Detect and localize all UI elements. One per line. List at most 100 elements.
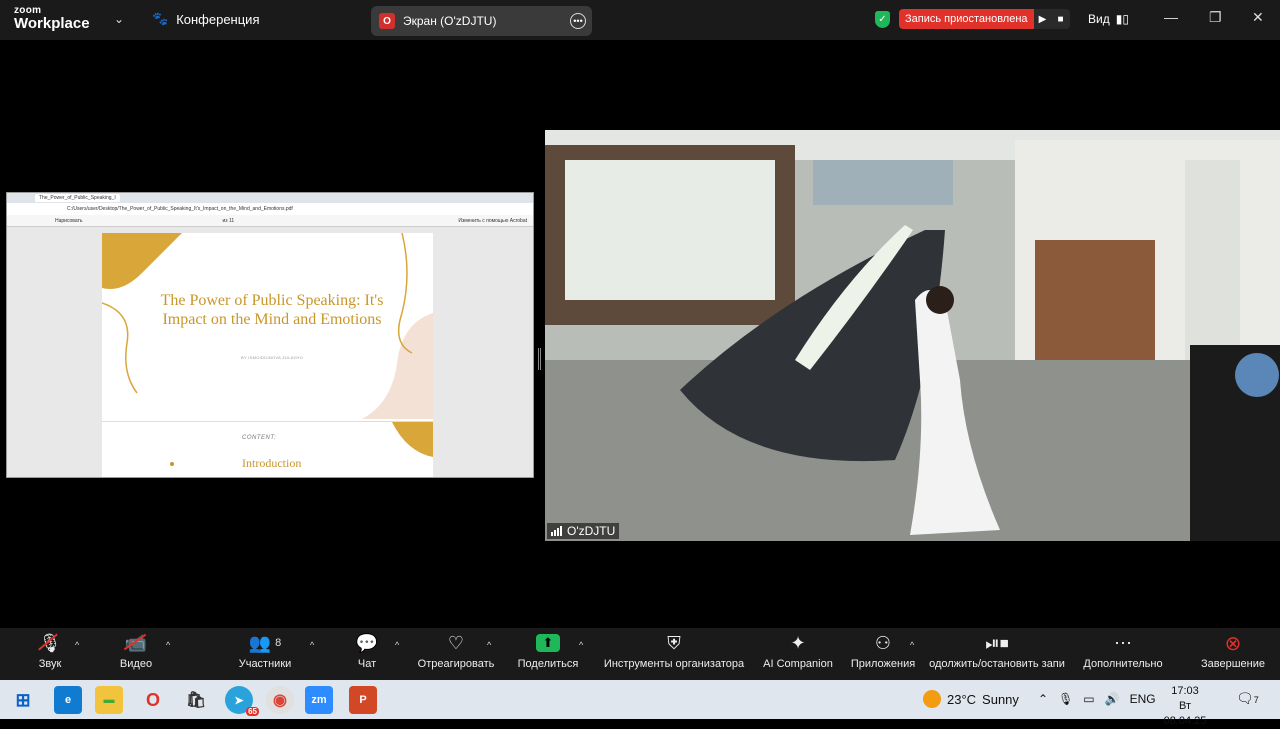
- file-explorer-icon[interactable]: ▬: [95, 686, 123, 714]
- ai-companion-button[interactable]: ✦ AI Companion: [760, 628, 836, 680]
- page-count: из 11: [222, 217, 235, 224]
- ai-label: AI Companion: [763, 658, 833, 670]
- view-layout-icon: ▮▯: [1115, 12, 1129, 26]
- shared-screen: The_Power_of_Public_Speaking_I C:/Users/…: [6, 192, 534, 478]
- meeting-info[interactable]: 🐾 Конференция: [152, 11, 259, 27]
- weather-desc: Sunny: [982, 691, 1019, 707]
- windows-start-icon[interactable]: ⊞: [9, 686, 37, 714]
- bullet-icon: [170, 462, 174, 466]
- opera-icon: O: [379, 13, 395, 29]
- clock[interactable]: 17:03 Вт 08.04.25: [1160, 684, 1210, 729]
- recording-label: Запись приостановлена: [899, 9, 1034, 29]
- sparkle-icon: ✦: [790, 632, 806, 653]
- stop-recording-icon[interactable]: ■: [1052, 9, 1070, 29]
- restore-icon[interactable]: ❐: [1209, 9, 1222, 26]
- battery-icon[interactable]: ▭: [1083, 692, 1094, 706]
- chat-button[interactable]: 💬 Чат: [352, 628, 382, 680]
- chrome-icon[interactable]: ◉: [266, 686, 294, 714]
- share-caret-icon[interactable]: ^: [579, 640, 583, 650]
- language-indicator[interactable]: ENG: [1130, 692, 1156, 706]
- video-label: Видео: [119, 658, 153, 670]
- apps-button[interactable]: ⚇ Приложения: [848, 628, 918, 680]
- content-heading: CONTENT:: [242, 435, 277, 441]
- telegram-icon[interactable]: ➤ 65: [225, 686, 259, 716]
- react-caret-icon[interactable]: ^: [487, 640, 491, 650]
- more-icon[interactable]: •••: [570, 13, 586, 29]
- weather-temp: 23°C: [947, 691, 977, 707]
- audio-label: Звук: [38, 658, 62, 670]
- participant-name-tag: O'zDJTU: [547, 523, 620, 539]
- share-button[interactable]: ⬆ Поделиться: [515, 628, 581, 680]
- host-tools-label: Инструменты организатора: [603, 658, 745, 670]
- audio-button[interactable]: 🎙 Звук: [30, 628, 70, 680]
- react-button[interactable]: ♡ Отреагировать: [415, 628, 497, 680]
- video-button[interactable]: 📹 Видео: [115, 628, 157, 680]
- zoom-icon[interactable]: zm: [305, 686, 333, 714]
- recording-status: Запись приостановлена ▶ ■: [899, 9, 1070, 29]
- chat-caret-icon[interactable]: ^: [395, 640, 399, 650]
- view-button[interactable]: Вид ▮▯: [1088, 12, 1129, 26]
- participants-caret-icon[interactable]: ^: [310, 640, 314, 650]
- end-icon: ⊗: [1224, 632, 1242, 655]
- notification-icon[interactable]: 🗨7: [1236, 690, 1259, 707]
- security-shield-icon[interactable]: ✓: [875, 11, 890, 28]
- draw-tool[interactable]: Нарисовать: [55, 218, 82, 224]
- microphone-muted-icon: 🎙: [37, 632, 62, 653]
- logo-bottom: Workplace: [14, 15, 90, 32]
- meeting-label: Конференция: [176, 11, 260, 27]
- zoom-logo: zoom Workplace: [14, 6, 90, 32]
- title-bar: zoom Workplace ⌄ 🐾 Конференция O Экран (…: [0, 0, 1280, 40]
- minimize-icon[interactable]: —: [1164, 9, 1178, 25]
- end-label: Завершение: [1201, 658, 1265, 670]
- edge-icon[interactable]: e: [54, 686, 82, 714]
- react-label: Отреагировать: [417, 658, 495, 670]
- show-hidden-icon[interactable]: ⌃: [1038, 692, 1048, 706]
- record-label: одолжить/остановить запи: [929, 658, 1065, 670]
- store-icon[interactable]: 🛍: [182, 686, 210, 714]
- more-button[interactable]: ⋯ Дополнительно: [1080, 628, 1166, 680]
- split-handle[interactable]: [538, 348, 541, 370]
- powerpoint-icon[interactable]: P: [349, 686, 377, 714]
- notification-count: 7: [1253, 695, 1259, 705]
- sunny-weather-icon: [923, 690, 941, 708]
- signal-strength-icon: [551, 526, 562, 536]
- slide-author: BY ISMOIDDINOVA ZULAYHO: [240, 355, 304, 360]
- apps-caret-icon[interactable]: ^: [910, 640, 914, 650]
- participants-group-icon: 🐾: [152, 11, 169, 26]
- resume-recording-icon[interactable]: ▶: [1034, 9, 1052, 29]
- telegram-badge: 65: [246, 707, 259, 716]
- chat-label: Чат: [357, 658, 377, 670]
- camera-off-icon: 📹: [123, 628, 147, 658]
- acrobat-button[interactable]: Изменить с помощью Acrobat: [458, 218, 527, 224]
- conference-room-image: [545, 130, 1280, 541]
- volume-icon[interactable]: 🔊: [1105, 692, 1120, 706]
- browser-tab[interactable]: The_Power_of_Public_Speaking_I: [35, 194, 120, 202]
- microphone-tray-icon[interactable]: 🎙: [1058, 692, 1073, 706]
- record-controls-icon: ⏯⏹: [985, 632, 1009, 653]
- weather-widget[interactable]: 23°C Sunny: [923, 690, 1019, 708]
- address-bar[interactable]: C:/Users/user/Desktop/The_Power_of_Publi…: [7, 203, 533, 215]
- end-meeting-button[interactable]: ⊗ Завершение: [1198, 628, 1268, 680]
- participant-video: O'zDJTU: [545, 130, 1280, 541]
- share-label: Экран (O'zDJTU): [403, 14, 497, 28]
- video-options-caret-icon[interactable]: ^: [166, 640, 170, 650]
- chevron-down-icon[interactable]: ⌄: [114, 12, 124, 26]
- screen-share-indicator[interactable]: O Экран (O'zDJTU) •••: [371, 6, 592, 36]
- share-screen-icon: ⬆: [536, 628, 560, 658]
- close-icon[interactable]: ✕: [1252, 9, 1264, 26]
- host-shield-icon: ⛨: [667, 632, 681, 653]
- host-tools-button[interactable]: ⛨ Инструменты организатора: [600, 628, 748, 680]
- content-slide: CONTENT: Introduction: [102, 421, 433, 477]
- chat-icon: 💬: [355, 632, 379, 653]
- view-label: Вид: [1088, 12, 1110, 26]
- clock-time: 17:03: [1171, 685, 1199, 697]
- participants-button[interactable]: 👥 8 Участники: [233, 628, 297, 680]
- record-button[interactable]: ⏯⏹ одолжить/остановить запи: [922, 628, 1072, 680]
- pdf-toolbar: Нарисовать из 11 Изменить с помощью Acro…: [7, 215, 533, 227]
- share-label-toolbar: Поделиться: [517, 658, 579, 670]
- participants-icon: 👥 8: [248, 632, 282, 653]
- content-item: Introduction: [242, 456, 302, 470]
- audio-options-caret-icon[interactable]: ^: [75, 640, 79, 650]
- opera-taskbar-icon[interactable]: O: [139, 686, 167, 714]
- browser-tab-bar: The_Power_of_Public_Speaking_I: [7, 193, 533, 203]
